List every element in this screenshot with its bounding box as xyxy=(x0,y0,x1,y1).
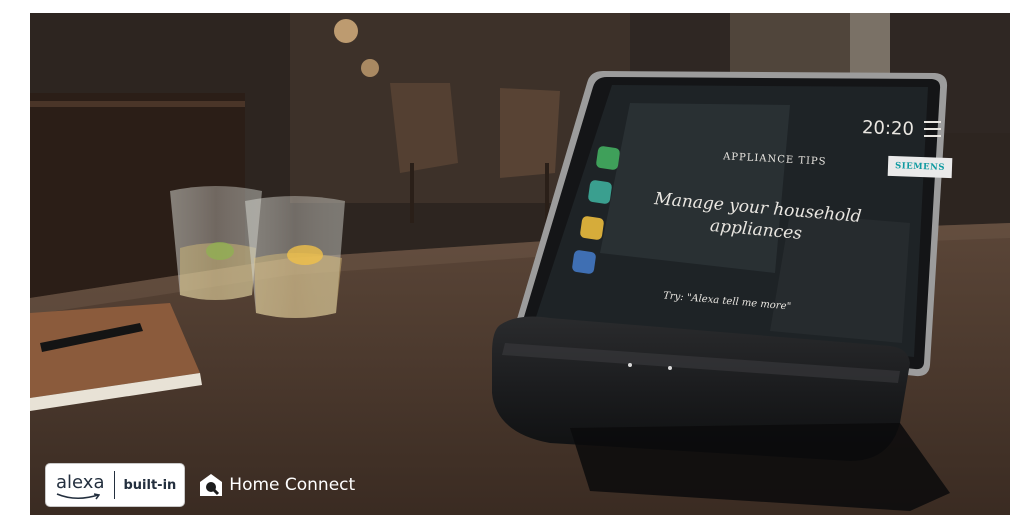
alexa-smile-icon xyxy=(56,493,100,500)
partner-logos: alexa built-in Home Connect xyxy=(45,462,355,508)
product-photo: 20:20 APPLIANCE TIPS SIEMENS Manage your… xyxy=(30,13,1010,515)
home-connect-icon xyxy=(200,474,223,496)
badge-divider xyxy=(114,471,116,499)
hamburger-menu-icon[interactable] xyxy=(924,121,941,142)
yellow-appliance-tile[interactable] xyxy=(579,215,605,241)
clock-time: 20:20 xyxy=(861,117,915,140)
teal-appliance-tile[interactable] xyxy=(587,179,613,205)
kitchen-scene-illustration xyxy=(30,13,1010,515)
blue-appliance-tile[interactable] xyxy=(571,249,597,275)
alexa-wordmark: alexa xyxy=(56,471,105,493)
built-in-label: built-in xyxy=(123,477,177,493)
home-connect-wordmark: Home Connect xyxy=(229,475,356,495)
home-connect-logo: Home Connect xyxy=(199,473,355,497)
siemens-logo: SIEMENS xyxy=(887,155,953,179)
green-appliance-tile[interactable] xyxy=(595,145,621,171)
alexa-built-in-badge: alexa built-in xyxy=(45,463,186,507)
